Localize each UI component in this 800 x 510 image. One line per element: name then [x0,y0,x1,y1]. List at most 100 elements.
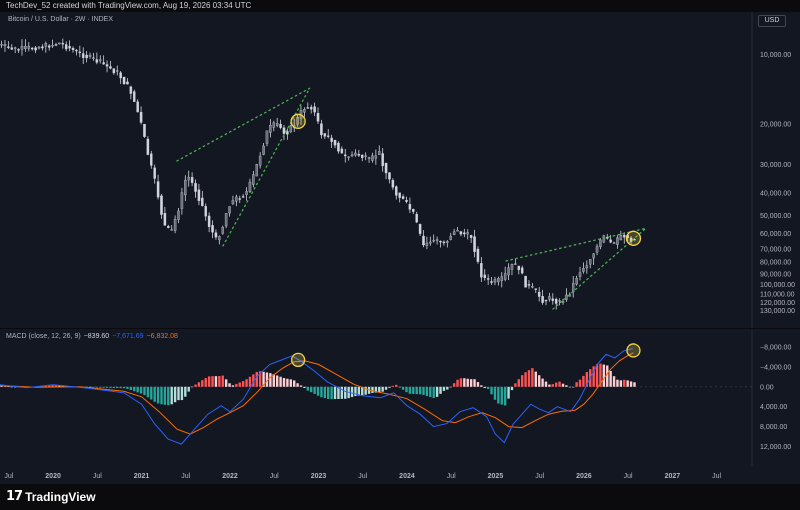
macd-histogram-bar [432,386,435,399]
macd-histogram-bar [378,386,381,393]
macd-histogram-bar [575,382,578,387]
macd-histogram-bar [167,386,170,406]
time-tick-label: 2026 [576,473,592,480]
candle-body [422,235,425,246]
macd-histogram-bar [228,383,231,387]
candle-body [34,47,37,51]
candle-body [190,177,194,183]
top-caption-bar: TechDev_52 created with TradingView.com,… [0,0,800,12]
price-tick-label: 60,000.00 [760,231,791,238]
macd-histogram-bar [463,378,466,387]
macd-histogram-bar [391,385,395,387]
macd-tick-label: 0.00 [760,384,774,391]
candle-body [197,189,201,201]
macd-panel[interactable]: −8,000.00 −4,000.00 0.00 4,000.00 8,000.00 12… [0,329,800,466]
candle-body [126,81,129,85]
macd-histogram-bar [527,370,531,387]
candle-body [265,130,269,144]
macd-tick-label: 4,000.00 [760,404,787,411]
candle-body [238,198,242,200]
candle-body [548,296,551,300]
macd-histogram-bar [333,386,337,400]
macd-histogram-bar [551,384,555,387]
candle-body [167,226,170,228]
time-tick-label: Jul [535,473,544,480]
macd-histogram-bar [483,386,486,389]
price-tick-label: 10,000.00 [760,52,791,59]
candle-body [255,164,259,177]
candle-body [163,213,167,226]
macd-histogram-bar [452,383,456,387]
candle-body [503,273,507,280]
price-tick-label: 20,000.00 [760,121,791,128]
candle-body [228,206,231,214]
macd-line [0,348,633,445]
candle-body [456,230,459,232]
candle-body [47,45,51,48]
time-axis[interactable]: Jul 2020 Jul 2021 Jul 2022 Jul 2023 Jul 2024 Jul 20… [0,466,800,484]
macd-tick-label: 8,000.00 [760,424,787,431]
macd-chart-svg[interactable]: −8,000.00 −4,000.00 0.00 4,000.00 8,000.00 12… [0,329,800,466]
candle-body [27,46,31,49]
macd-histogram-bar [156,386,160,404]
macd-histogram-bar [306,386,310,391]
candle-body [201,197,204,207]
candle-body [258,155,262,166]
macd-histogram-bar [7,386,10,388]
candle-body [599,239,602,247]
macd-histogram-bar [207,376,211,387]
macd-histogram-bar [129,386,133,391]
macd-histogram-bar [384,386,388,390]
candle-body [354,152,357,156]
macd-histogram-bar [510,386,514,391]
macd-signal-value: −6,832.08 [146,333,178,340]
macd-histogram-bar [163,386,167,405]
macd-histogram-bar [619,380,623,387]
macd-histogram-bar [449,386,452,388]
macd-histogram-bar [190,386,194,388]
macd-histogram-bar [534,371,537,387]
price-tick-label: 50,000.00 [760,213,791,220]
candle-body [10,47,14,50]
price-chart-svg[interactable]: 10,000.00 20,000.00 30,000.00 40,000.00 50,0… [0,12,800,328]
time-tick-label: 2021 [134,473,150,480]
candle-body [466,232,469,235]
macd-histogram-bar [623,379,626,387]
candle-body [446,241,449,243]
macd-hist-value: −839.60 [83,333,110,340]
macd-histogram-bar [524,372,527,387]
candle-body [459,231,463,235]
macd-histogram-bar [153,386,156,402]
candle-body [30,47,34,50]
price-tick-label: 100,000.00 [760,282,795,289]
candle-body [612,242,616,244]
candle-body [323,133,327,137]
candle-body [231,200,235,204]
candle-body [435,239,439,241]
macd-histogram-bar [555,382,558,387]
price-chart-panel[interactable]: 10,000.00 20,000.00 30,000.00 40,000.00 50,0… [0,12,800,328]
time-tick-label: 2023 [311,473,327,480]
macd-histogram-bar [122,386,126,389]
macd-histogram-bar [439,386,442,394]
time-tick-label: Jul [270,473,279,480]
highlight-circle [625,230,642,246]
candle-body [214,232,218,238]
macd-histogram-bar [398,386,401,388]
time-tick-label: Jul [624,473,633,480]
candle-body [54,44,58,46]
macd-histogram-bar [466,378,469,387]
candle-body [480,263,483,278]
candle-body [473,236,476,252]
currency-button[interactable]: USD [758,15,786,27]
candle-body [361,154,364,158]
candle-body [143,123,146,137]
candle-body [129,86,133,94]
candle-body [510,264,514,270]
time-tick-label: Jul [93,473,102,480]
candle-body [412,209,415,212]
trendline-dotted [505,227,647,262]
tradingview-logo[interactable]: 17 TradingView [6,489,96,504]
candle-body [211,225,214,233]
macd-histogram-bar [187,386,190,392]
